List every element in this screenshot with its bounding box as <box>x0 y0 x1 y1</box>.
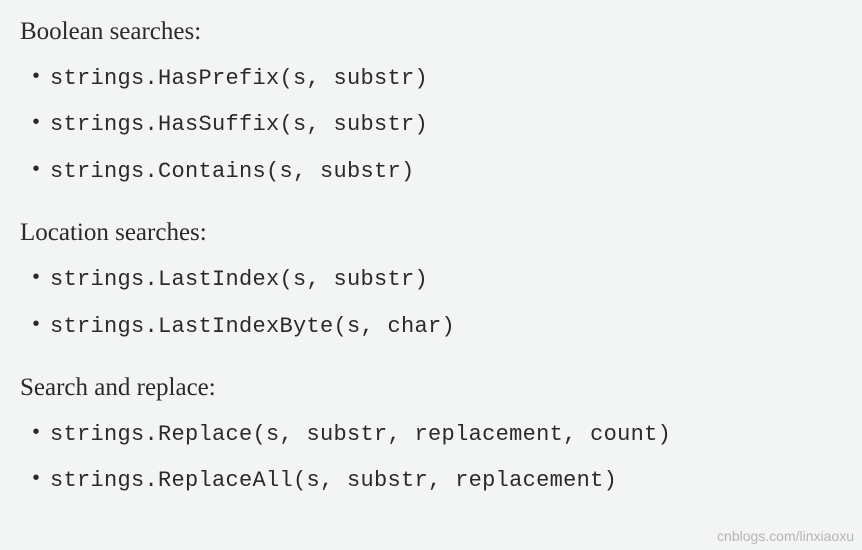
code-text: strings.HasSuffix(s, substr) <box>50 112 428 137</box>
code-text: strings.HasPrefix(s, substr) <box>50 66 428 91</box>
code-text: strings.Replace(s, substr, replacement, … <box>50 422 671 447</box>
code-text: strings.ReplaceAll(s, substr, replacemen… <box>50 468 617 493</box>
list-item: strings.ReplaceAll(s, substr, replacemen… <box>50 468 842 494</box>
section-heading-boolean: Boolean searches: <box>20 18 842 46</box>
list-item: strings.LastIndexByte(s, char) <box>50 314 842 340</box>
list-item: strings.LastIndex(s, substr) <box>50 267 842 293</box>
list-item: strings.HasPrefix(s, substr) <box>50 66 842 92</box>
list-replace: strings.Replace(s, substr, replacement, … <box>20 422 842 495</box>
code-text: strings.LastIndex(s, substr) <box>50 267 428 292</box>
watermark-right: cnblogs.com/linxiaoxu <box>717 528 854 544</box>
list-boolean: strings.HasPrefix(s, substr) strings.Has… <box>20 66 842 185</box>
list-item: strings.Replace(s, substr, replacement, … <box>50 422 842 448</box>
section-heading-replace: Search and replace: <box>20 374 842 402</box>
list-item: strings.HasSuffix(s, substr) <box>50 112 842 138</box>
list-item: strings.Contains(s, substr) <box>50 159 842 185</box>
code-text: strings.LastIndexByte(s, char) <box>50 314 455 339</box>
code-text: strings.Contains(s, substr) <box>50 159 415 184</box>
list-location: strings.LastIndex(s, substr) strings.Las… <box>20 267 842 340</box>
section-heading-location: Location searches: <box>20 219 842 247</box>
